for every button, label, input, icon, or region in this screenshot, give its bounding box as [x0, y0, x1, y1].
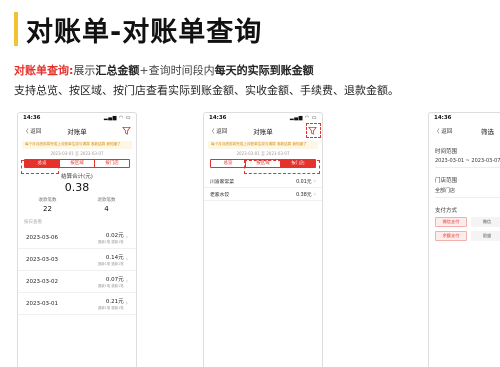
list-item[interactable]: 2023-03-06 0.02元 退款1笔 退款1笔 › [18, 227, 136, 249]
status-time: 14:36 [23, 115, 41, 121]
status-time: 14:36 [434, 115, 452, 121]
highlight-box [244, 160, 320, 174]
status-bar: 14:36 ▂▄▆ ◠ ▭ [18, 113, 136, 123]
phone-filter-screen: 14:36 〈 返回 筛选 时间范围 2023-03-01 ~ 2023-03-… [428, 112, 500, 367]
chip-wechat-pay[interactable]: 微信支付 [435, 217, 467, 227]
row-date: 2023-03-06 [26, 234, 58, 241]
filter-icon[interactable] [122, 126, 131, 135]
list-item[interactable]: 2023-03-01 0.21元 退款1笔 退款1笔 › [18, 293, 136, 315]
nav-title: 筛选 [481, 128, 494, 136]
summary-value: 0.38 [64, 181, 90, 194]
store-amount: 0.01元 [296, 179, 312, 185]
stat-label: 收款笔数 [38, 198, 57, 203]
nav-title: 对账单 [67, 128, 87, 136]
chevron-right-icon: › [125, 256, 128, 263]
title-accent-bar [14, 12, 18, 46]
desc-text: +查询时间段内 [139, 64, 215, 77]
desc-bold: 每天的实际到账金额 [214, 64, 314, 77]
nav-bar: 〈 返回 对账单 [204, 123, 322, 139]
status-time: 14:36 [209, 115, 227, 121]
time-range-field[interactable]: 2023-03-01 ~ 2023-03-07 [435, 158, 500, 168]
signal-icon: ▂▄▆ ◠ ▭ [289, 115, 317, 121]
phone-store-screen: 14:36 ▂▄▆ ◠ ▭ 〈 返回 对账单 每个月月底前将完成上月账单生成与清… [203, 112, 323, 367]
chip-wechat[interactable]: 微信 [471, 217, 500, 227]
feature-support-text: 支持总览、按区域、按门店查看实际到账金额、实收金额、手续费、退款金额。 [14, 84, 399, 97]
signal-icon: ▂▄▆ ◠ ▭ [103, 115, 131, 121]
tab-overview[interactable]: 总览 [211, 160, 245, 167]
row-sub: 退款1笔 退款1笔 [97, 262, 124, 266]
row-amount: 0.14元 [105, 255, 124, 261]
row-date: 2023-03-03 [26, 256, 58, 263]
date-range[interactable]: 2023-03-01 至 2023-03-07 [204, 151, 322, 157]
store-name: 川渝家常菜 [210, 179, 234, 185]
notice-banner: 每个月月底前将完成上月账单生成与清算 收款结算 我知道了 [208, 141, 318, 149]
row-sub: 退款1笔 退款1笔 [97, 284, 124, 288]
store-amount: 0.38元 [296, 192, 312, 198]
filter-label: 支付方式 [435, 208, 458, 214]
highlight-box [21, 160, 59, 174]
desc-lead: 对账单查询: [14, 64, 74, 77]
chevron-right-icon: › [313, 177, 316, 185]
store-name: 老家水饺 [210, 192, 230, 198]
filter-label: 门店范围 [435, 178, 458, 184]
desc-bold: 汇总金额 [95, 64, 140, 77]
row-sub: 退款1笔 退款1笔 [97, 306, 124, 310]
highlight-box [306, 123, 321, 138]
nav-bar: 〈 返回 对账单 [18, 123, 136, 139]
stat-item: 收款笔数 22 [18, 197, 77, 213]
list-item[interactable]: 2023-03-03 0.14元 退款1笔 退款1笔 › [18, 249, 136, 271]
stat-label: 退款笔数 [97, 198, 116, 203]
stat-item: 退款笔数 4 [77, 197, 136, 213]
store-range-field[interactable]: 全部门店 [435, 187, 500, 198]
list-item[interactable]: 2023-03-02 0.07元 退款1笔 退款1笔 › [18, 271, 136, 293]
nav-title: 对账单 [253, 128, 273, 136]
chevron-right-icon: › [313, 190, 316, 198]
status-bar: 14:36 ▂▄▆ ◠ ▭ [204, 113, 322, 123]
row-date: 2023-03-01 [26, 300, 58, 307]
list-item[interactable]: 川渝家常菜 0.01元 › [204, 175, 322, 188]
page-title: 对账单-对账单查询 [26, 17, 263, 48]
stat-value: 22 [43, 205, 52, 213]
row-sub: 退款1笔 退款1笔 [97, 240, 124, 244]
feature-description: 对账单查询:展示汇总金额+查询时间段内每天的实际到账金额 [14, 62, 314, 78]
chip-yinsheng[interactable]: 银盛 [471, 231, 500, 241]
filter-label: 时间范围 [435, 149, 458, 155]
stats-row: 收款笔数 22 退款笔数 4 [18, 197, 136, 213]
stat-value: 4 [104, 205, 109, 213]
chevron-right-icon: › [125, 278, 128, 285]
back-button[interactable]: 〈 返回 [434, 127, 452, 135]
section-title: 按日查看 [24, 220, 42, 225]
pay-method-chips: 微信支付 微信 余额支付 银盛 [435, 217, 500, 241]
row-amount: 0.02元 [105, 233, 124, 239]
notice-banner: 每个月月底前将完成上月账单生成与清算 收款结算 我知道了 [22, 141, 132, 149]
row-amount: 0.21元 [105, 299, 124, 305]
nav-bar: 〈 返回 筛选 [429, 123, 500, 139]
chevron-right-icon: › [125, 234, 128, 241]
date-range[interactable]: 2023-03-01 至 2023-03-07 [18, 151, 136, 157]
status-bar: 14:36 [429, 113, 500, 123]
chevron-right-icon: › [125, 300, 128, 307]
list-item[interactable]: 老家水饺 0.38元 › [204, 188, 322, 201]
desc-text: 展示 [73, 64, 96, 77]
row-date: 2023-03-02 [26, 278, 58, 285]
row-amount: 0.07元 [105, 277, 124, 283]
tab-by-region[interactable]: 按区域 [59, 160, 94, 167]
tab-by-store[interactable]: 按门店 [94, 160, 129, 167]
phone-overview-screen: 14:36 ▂▄▆ ◠ ▭ 〈 返回 对账单 每个月月底前将完成上月账单生成与清… [17, 112, 137, 367]
chip-balance-pay[interactable]: 余额支付 [435, 231, 467, 241]
